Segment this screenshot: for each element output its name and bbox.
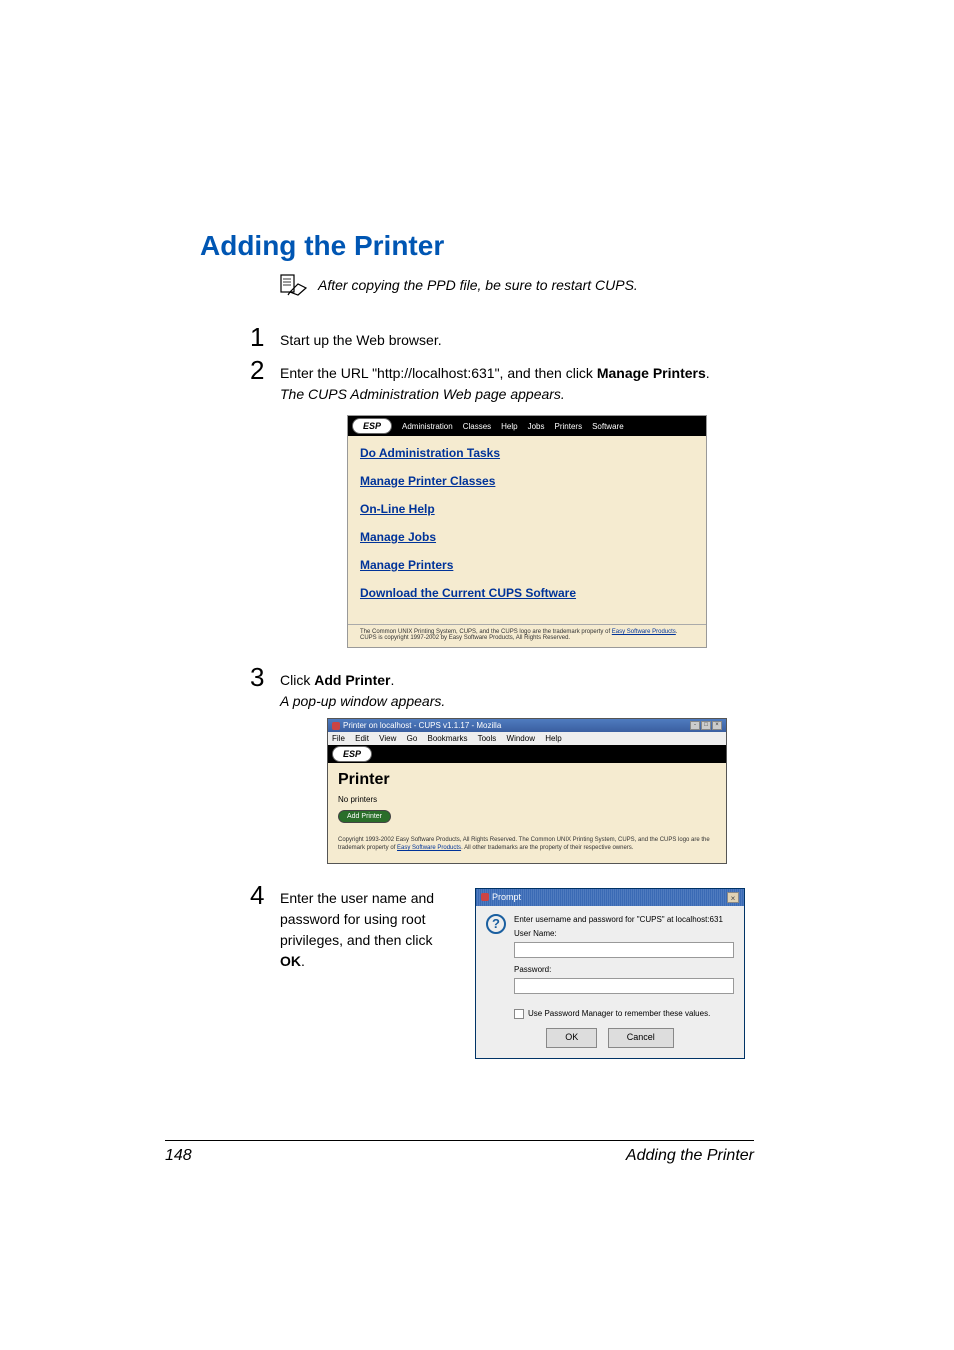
step-3: 3 Click Add Printer. A pop-up window app… — [250, 664, 854, 712]
esp-logo: ESP — [332, 746, 372, 762]
menu-tools[interactable]: Tools — [478, 734, 497, 743]
text-b: . — [706, 365, 710, 381]
link-download-cups[interactable]: Download the Current CUPS Software — [360, 586, 694, 600]
prompt-message: Enter username and password for "CUPS" a… — [514, 914, 734, 926]
nav-classes[interactable]: Classes — [459, 422, 495, 431]
note-icon — [280, 274, 308, 296]
fineprint-link[interactable]: Easy Software Products — [612, 629, 676, 635]
italic-text: The CUPS Administration Web page appears… — [280, 386, 565, 402]
browser-menu: File Edit View Go Bookmarks Tools Window… — [328, 732, 726, 745]
menu-help[interactable]: Help — [545, 734, 561, 743]
cups-nav-2: ESP Administration Classes Help Jobs Pri… — [328, 745, 726, 763]
page-number: 148 — [165, 1147, 192, 1165]
nav-jobs[interactable]: Jobs — [524, 422, 549, 431]
footer-title: Adding the Printer — [626, 1147, 754, 1165]
remember-label: Use Password Manager to remember these v… — [528, 1008, 710, 1020]
username-label: User Name: — [514, 928, 734, 940]
minimize-button[interactable]: - — [690, 721, 700, 730]
cancel-button[interactable]: Cancel — [608, 1028, 674, 1048]
maximize-button[interactable]: □ — [701, 721, 711, 730]
link-do-admin-tasks[interactable]: Do Administration Tasks — [360, 446, 694, 460]
nav-classes[interactable]: Classes — [427, 750, 455, 759]
question-icon: ? — [486, 914, 506, 934]
menu-view[interactable]: View — [379, 734, 396, 743]
step-1: 1 Start up the Web browser. — [250, 324, 854, 351]
nav-software[interactable]: Software — [516, 750, 548, 759]
page-heading: Adding the Printer — [200, 230, 854, 262]
step-4: 4 Enter the user name and password for u… — [250, 882, 854, 1059]
italic-text: A pop-up window appears. — [280, 693, 445, 709]
username-input[interactable] — [514, 942, 734, 958]
password-input[interactable] — [514, 978, 734, 994]
text-b: . — [301, 953, 305, 969]
add-printer-button[interactable]: Add Printer — [338, 810, 391, 823]
cups-fineprint: The Common UNIX Printing System, CUPS, a… — [348, 624, 706, 647]
text-a: Click — [280, 672, 314, 688]
page-footer: 148 Adding the Printer — [165, 1140, 754, 1165]
step-number: 4 — [250, 882, 280, 908]
menu-go[interactable]: Go — [407, 734, 418, 743]
fineprint-b: . All other trademarks are the property … — [461, 845, 633, 851]
step-text: Enter the user name and password for usi… — [280, 888, 455, 972]
menu-file[interactable]: File — [332, 734, 345, 743]
window-title: Printer on localhost - CUPS v1.1.17 - Mo… — [332, 721, 501, 730]
menu-window[interactable]: Window — [507, 734, 535, 743]
step-number: 1 — [250, 324, 280, 350]
step-text: Start up the Web browser. — [280, 324, 442, 351]
printer-fineprint: Copyright 1993-2002 Easy Software Produc… — [338, 837, 716, 853]
esp-logo: ESP — [352, 418, 392, 434]
close-button[interactable]: × — [712, 721, 722, 730]
nav-jobs[interactable]: Jobs — [472, 750, 489, 759]
window-titlebar: Printer on localhost - CUPS v1.1.17 - Mo… — [328, 719, 726, 732]
printer-heading: Printer — [338, 771, 716, 789]
note-text: After copying the PPD file, be sure to r… — [318, 277, 638, 293]
link-manage-printer-classes[interactable]: Manage Printer Classes — [360, 474, 694, 488]
nav-administration[interactable]: Administration — [398, 422, 457, 431]
step-text: Enter the URL "http://localhost:631", an… — [280, 357, 710, 405]
printer-page-screenshot: Printer on localhost - CUPS v1.1.17 - Mo… — [327, 718, 727, 864]
remember-checkbox[interactable] — [514, 1009, 524, 1019]
prompt-title: Prompt — [492, 892, 521, 902]
nav-software[interactable]: Software — [588, 422, 628, 431]
nav-printers[interactable]: Printers — [551, 422, 587, 431]
step-number: 3 — [250, 664, 280, 690]
nav-printers[interactable]: Printers — [489, 750, 517, 759]
step-text: Click Add Printer. A pop-up window appea… — [280, 664, 445, 712]
menu-edit[interactable]: Edit — [355, 734, 369, 743]
cups-admin-screenshot: ESP Administration Classes Help Jobs Pri… — [347, 415, 707, 648]
link-manage-jobs[interactable]: Manage Jobs — [360, 530, 694, 544]
step-number: 2 — [250, 357, 280, 383]
link-manage-printers[interactable]: Manage Printers — [360, 558, 694, 572]
nav-help[interactable]: Help — [455, 750, 471, 759]
text-a: Enter the URL "http://localhost:631", an… — [280, 365, 597, 381]
text-b: . — [390, 672, 394, 688]
prompt-titlebar: Prompt × — [476, 889, 744, 907]
bold-text: Add Printer — [314, 672, 390, 688]
link-online-help[interactable]: On-Line Help — [360, 502, 694, 516]
text-a: Enter the user name and password for usi… — [280, 890, 434, 948]
close-button[interactable]: × — [727, 892, 739, 903]
password-label: Password: — [514, 964, 734, 976]
cups-nav: ESP Administration Classes Help Jobs Pri… — [348, 416, 706, 436]
menu-bookmarks[interactable]: Bookmarks — [428, 734, 468, 743]
prompt-dialog-screenshot: Prompt × ? Enter username and password f… — [475, 888, 745, 1059]
nav-administration[interactable]: Administration — [376, 750, 427, 759]
bold-text: Manage Printers — [597, 365, 706, 381]
fineprint-link[interactable]: Easy Software Products — [397, 845, 461, 851]
nav-help[interactable]: Help — [497, 422, 521, 431]
bold-text: OK — [280, 953, 301, 969]
ok-button[interactable]: OK — [546, 1028, 597, 1048]
step-2: 2 Enter the URL "http://localhost:631", … — [250, 357, 854, 405]
note-row: After copying the PPD file, be sure to r… — [280, 274, 854, 296]
no-printers-text: No printers — [338, 795, 716, 804]
